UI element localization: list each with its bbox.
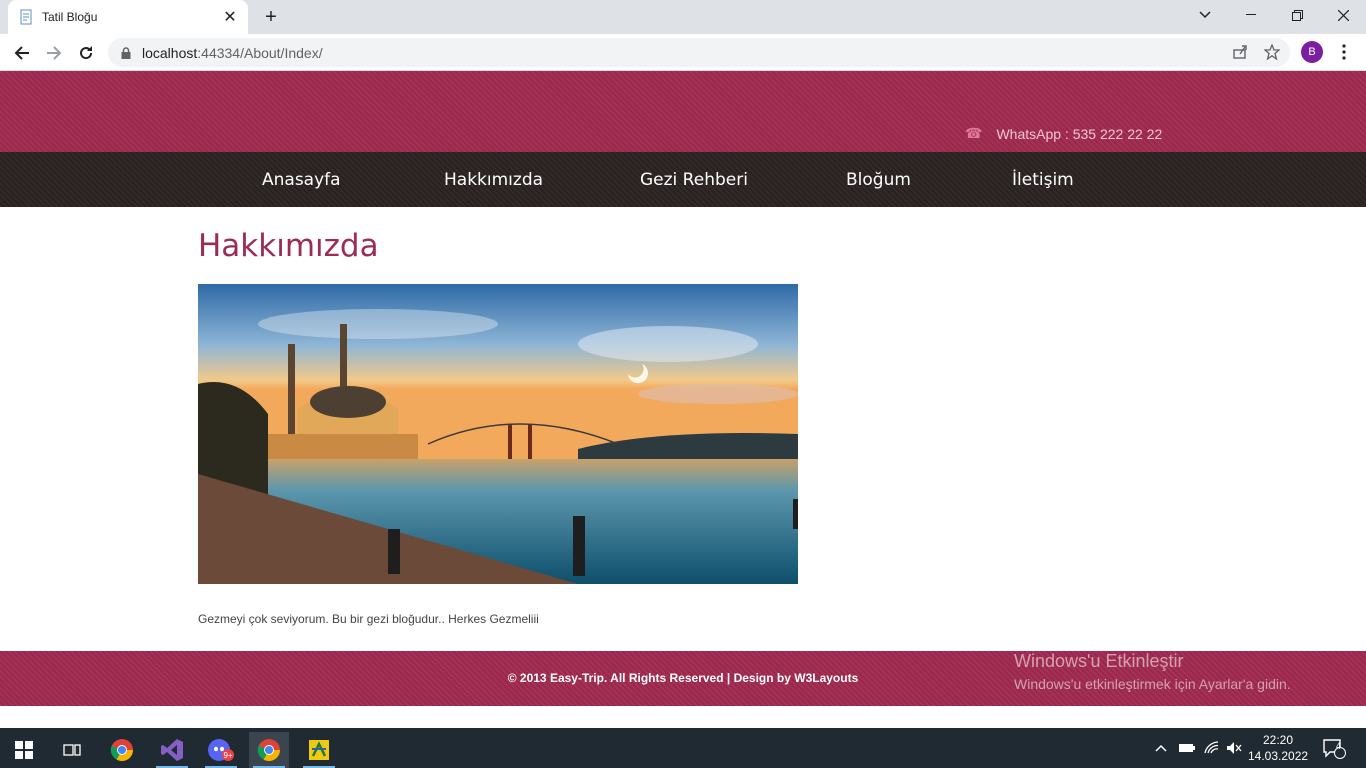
whatsapp-number: WhatsApp : 535 222 22 22 xyxy=(996,125,1163,142)
address-bar[interactable]: localhost:44334/About/Index/ xyxy=(108,38,1290,67)
about-text: Gezmeyi çok seviyorum. Bu bir gezi bloğu… xyxy=(198,612,539,626)
chrome-icon xyxy=(257,739,280,761)
web-page: ☎ WhatsApp : 535 222 22 22 Anasayfa Hakk… xyxy=(0,71,1366,728)
contact-info: ☎ WhatsApp : 535 222 22 22 xyxy=(965,125,1162,142)
notification-icon xyxy=(1323,739,1346,759)
back-button[interactable] xyxy=(8,39,36,67)
action-center-button[interactable]: 4 xyxy=(1322,728,1346,768)
chevron-up-icon xyxy=(1155,744,1167,752)
page-title: Hakkımızda xyxy=(198,228,379,264)
battery-indicator[interactable] xyxy=(1178,728,1196,768)
new-tab-button[interactable]: + xyxy=(259,5,283,29)
share-button[interactable] xyxy=(1226,38,1254,66)
forward-arrow-icon xyxy=(47,46,62,60)
chevron-down-icon xyxy=(1199,11,1211,19)
reload-button[interactable] xyxy=(72,39,100,67)
taskbar-chrome-2[interactable] xyxy=(249,732,289,768)
taskbar-chrome-1[interactable] xyxy=(102,732,142,768)
clock-time: 22:20 xyxy=(1262,733,1294,747)
star-icon xyxy=(1264,44,1280,60)
nav-home[interactable]: Anasayfa xyxy=(262,170,341,190)
task-view-button[interactable] xyxy=(52,732,92,768)
page-icon xyxy=(20,9,32,25)
url-path: :44334/About/Index/ xyxy=(197,44,323,61)
close-window-button[interactable] xyxy=(1320,0,1366,30)
clock-date: 14.03.2022 xyxy=(1248,749,1309,763)
nav-contact[interactable]: İletişim xyxy=(1012,170,1074,190)
notification-count: 4 xyxy=(1336,741,1342,751)
start-button[interactable] xyxy=(4,732,44,768)
chrome-icon xyxy=(110,739,133,761)
forward-button[interactable] xyxy=(40,39,68,67)
close-tab-icon[interactable]: ✕ xyxy=(222,7,238,27)
bookmark-button[interactable] xyxy=(1258,38,1286,66)
menu-button[interactable] xyxy=(1330,38,1358,66)
sql-tool-icon xyxy=(309,740,329,760)
close-icon xyxy=(1337,9,1349,21)
tab-title: Tatil Bloğu xyxy=(42,10,98,24)
minimize-icon xyxy=(1246,14,1256,15)
restore-button[interactable] xyxy=(1274,0,1320,30)
minimize-button[interactable] xyxy=(1228,0,1274,30)
taskbar-app[interactable] xyxy=(299,732,339,768)
nav-blog[interactable]: Bloğum xyxy=(846,170,911,190)
taskbar-clock[interactable]: 22:20 14.03.2022 xyxy=(1248,732,1308,764)
task-view-icon xyxy=(63,744,81,756)
site-header: ☎ WhatsApp : 535 222 22 22 xyxy=(0,71,1366,152)
restore-icon xyxy=(1291,9,1303,21)
main-nav: Anasayfa Hakkımızda Gezi Rehberi Bloğum … xyxy=(0,152,1366,207)
windows-taskbar: 9+ 22:20 14.03.2022 4 xyxy=(0,728,1366,768)
url-host: localhost xyxy=(142,44,198,61)
back-arrow-icon xyxy=(14,46,29,60)
discord-icon: 9+ xyxy=(208,739,234,761)
about-photo xyxy=(198,284,798,584)
share-icon xyxy=(1233,45,1247,59)
show-hidden-icons[interactable] xyxy=(1155,728,1167,768)
profile-avatar[interactable]: B xyxy=(1301,41,1323,63)
activation-watermark-title: Windows'u Etkinleştir xyxy=(1014,651,1184,671)
windows-logo-icon xyxy=(15,741,33,759)
svg-text:9+: 9+ xyxy=(223,751,232,760)
nav-guide[interactable]: Gezi Rehberi xyxy=(640,170,748,190)
reload-icon xyxy=(80,46,93,60)
volume-indicator[interactable] xyxy=(1226,728,1242,768)
wifi-icon xyxy=(1204,741,1219,754)
lock-icon[interactable] xyxy=(120,46,132,59)
phone-icon: ☎ xyxy=(965,125,983,141)
activation-watermark-subtitle: Windows'u etkinleştirmek için Ayarlar'a … xyxy=(1014,676,1291,692)
taskbar-visual-studio[interactable] xyxy=(152,732,192,768)
browser-tab[interactable]: Tatil Bloğu ✕ xyxy=(8,0,248,34)
tab-search-button[interactable] xyxy=(1182,0,1228,30)
browser-toolbar: localhost:44334/About/Index/ B xyxy=(0,34,1366,71)
browser-tabstrip: Tatil Bloğu ✕ + xyxy=(0,0,1366,34)
speaker-muted-icon xyxy=(1227,742,1242,754)
nav-about[interactable]: Hakkımızda xyxy=(444,170,543,190)
more-vertical-icon xyxy=(1342,44,1346,60)
battery-icon xyxy=(1179,744,1195,752)
taskbar-discord[interactable]: 9+ xyxy=(201,732,241,768)
visual-studio-icon xyxy=(161,739,183,761)
network-indicator[interactable] xyxy=(1204,728,1220,768)
